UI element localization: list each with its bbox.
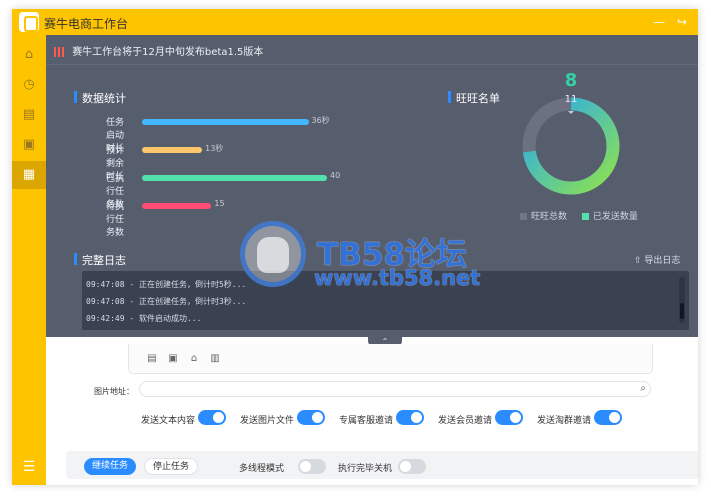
- clear-icon[interactable]: ⌂: [188, 353, 200, 365]
- switch-knob: [312, 412, 323, 423]
- send-option-switch[interactable]: [396, 410, 424, 425]
- ranking-title: 旺旺名单: [448, 90, 500, 106]
- donut-legend: 旺旺总数 已发送数量: [520, 209, 650, 222]
- total-count: 11: [564, 94, 578, 105]
- stat-row: 任务启动时长 36秒: [106, 115, 376, 154]
- send-option-switch[interactable]: [198, 410, 226, 425]
- logs-title: 完整日志: [74, 252, 126, 268]
- export-log-label: 导出日志: [644, 256, 681, 266]
- app-logo: [19, 12, 39, 32]
- stat-bar: [142, 147, 203, 153]
- stats-icon[interactable]: ▦: [12, 161, 46, 189]
- legend-total: 旺旺总数: [520, 212, 567, 222]
- stat-bar-track: [142, 203, 336, 209]
- send-option-label: 专属客服邀请: [339, 416, 394, 426]
- notice-bar: 赛牛工作台将于12月中旬发布beta1.5版本: [54, 43, 263, 58]
- log-line: 09:47:08 - 正在创建任务，倒计时5秒...: [86, 280, 247, 289]
- donut-pointer: [568, 111, 574, 114]
- send-option-label: 发送文本内容: [141, 416, 196, 426]
- ranking-donut-chart: [522, 97, 620, 195]
- title-bar: 赛牛电商工作台 — ↪: [12, 9, 698, 35]
- sent-count: 8: [564, 70, 578, 91]
- log-scrollbar[interactable]: [679, 277, 685, 323]
- send-option-switch[interactable]: [594, 410, 622, 425]
- save-icon[interactable]: ▣: [167, 353, 179, 365]
- clipboard-icon[interactable]: ▥: [209, 353, 221, 365]
- paste-icon[interactable]: ▤: [146, 353, 158, 365]
- stop-task-button[interactable]: 停止任务: [144, 458, 198, 475]
- switch-knob: [609, 412, 620, 423]
- minimize-icon[interactable]: —: [650, 13, 668, 31]
- bar-chart-icon: [54, 47, 64, 57]
- stats-title: 数据统计: [74, 90, 126, 106]
- shutdown-knob: [400, 461, 411, 472]
- legend-sent: 已发送数量: [581, 212, 638, 222]
- send-option-label: 发送会员邀请: [438, 416, 493, 426]
- stat-bar-track: [142, 147, 336, 153]
- stat-bar-track: [142, 175, 336, 181]
- multithread-switch[interactable]: [298, 459, 326, 474]
- app-title: 赛牛电商工作台: [44, 17, 129, 31]
- stat-row: 待执行任务数 15: [106, 199, 376, 238]
- list-menu-icon[interactable]: ☰: [12, 459, 46, 475]
- stat-bar: [142, 175, 327, 181]
- multithread-label: 多线程模式: [239, 464, 285, 474]
- send-option-switch[interactable]: [495, 410, 523, 425]
- legend-total-label: 旺旺总数: [531, 212, 568, 222]
- scroll-thumb[interactable]: [680, 303, 684, 319]
- send-option-label: 发送淘群邀请: [537, 416, 592, 426]
- statistics-overlay: 赛牛工作台将于12月中旬发布beta1.5版本 数据统计 任务启动时长 36秒 预计…: [46, 35, 698, 337]
- upload-icon: ⇧: [634, 256, 642, 266]
- send-option-label: 发送图片文件: [240, 416, 295, 426]
- sidebar: ⌂ ◷ ▤ ▣ ▦ ☰: [12, 35, 46, 485]
- bottom-action-bar: 继续任务 停止任务 多线程模式 执行完毕关机: [66, 451, 698, 479]
- switch-knob: [213, 412, 224, 423]
- stat-bar: [142, 119, 309, 125]
- send-option-switch[interactable]: [297, 410, 325, 425]
- stat-row: 预计剩余时长 13秒: [106, 143, 376, 182]
- log-output[interactable]: 09:47:08 - 正在创建任务，倒计时5秒... 09:47:08 - 正在…: [82, 271, 689, 330]
- continue-task-button[interactable]: 继续任务: [84, 458, 136, 475]
- notice-text: 赛牛工作台将于12月中旬发布beta1.5版本: [72, 47, 264, 58]
- stat-label: 待执行任务数: [106, 202, 125, 238]
- home-icon[interactable]: ⌂: [12, 41, 46, 69]
- toolbar-area: ▤ ▣ ⌂ ▥: [128, 344, 653, 374]
- overlay-divider: [46, 64, 698, 65]
- stat-bar: [142, 203, 212, 209]
- stat-value: 15: [214, 199, 225, 208]
- shutdown-switch[interactable]: [398, 459, 426, 474]
- multithread-knob: [300, 461, 311, 472]
- calendar-icon[interactable]: ▤: [12, 101, 46, 129]
- switch-knob: [411, 412, 422, 423]
- document-icon[interactable]: ▣: [12, 131, 46, 159]
- legend-sent-swatch: [581, 213, 589, 220]
- stat-value: 40: [330, 171, 341, 180]
- legend-total-swatch: [520, 213, 527, 220]
- legend-sent-label: 已发送数量: [592, 212, 638, 222]
- image-address-label: 图片地址：: [94, 387, 134, 396]
- image-picker-icon[interactable]: ⌕: [640, 383, 646, 394]
- switch-knob: [510, 412, 521, 423]
- stat-value: 36秒: [311, 116, 330, 125]
- image-address-input[interactable]: ⌕: [139, 381, 651, 397]
- app-window: 赛牛电商工作台 — ↪ ⌂ ◷ ▤ ▣ ▦ ☰ 赛牛工作台将于12月中旬发布be…: [12, 9, 698, 485]
- log-line: 09:42:49 - 软件启动成功...: [86, 314, 202, 323]
- shutdown-label: 执行完毕关机: [338, 464, 393, 474]
- log-line: 09:47:08 - 正在创建任务，倒计时3秒...: [86, 297, 247, 306]
- exit-icon[interactable]: ↪: [673, 13, 691, 31]
- clock-icon[interactable]: ◷: [12, 71, 46, 99]
- main-panel: 赛牛工作台将于12月中旬发布beta1.5版本 数据统计 任务启动时长 36秒 预计…: [46, 35, 698, 485]
- stat-bar-track: [142, 119, 336, 125]
- export-log-button[interactable]: ⇧ 导出日志: [634, 253, 680, 266]
- stat-value: 13秒: [205, 144, 224, 153]
- stat-row: 已执行任务数 40: [106, 171, 376, 210]
